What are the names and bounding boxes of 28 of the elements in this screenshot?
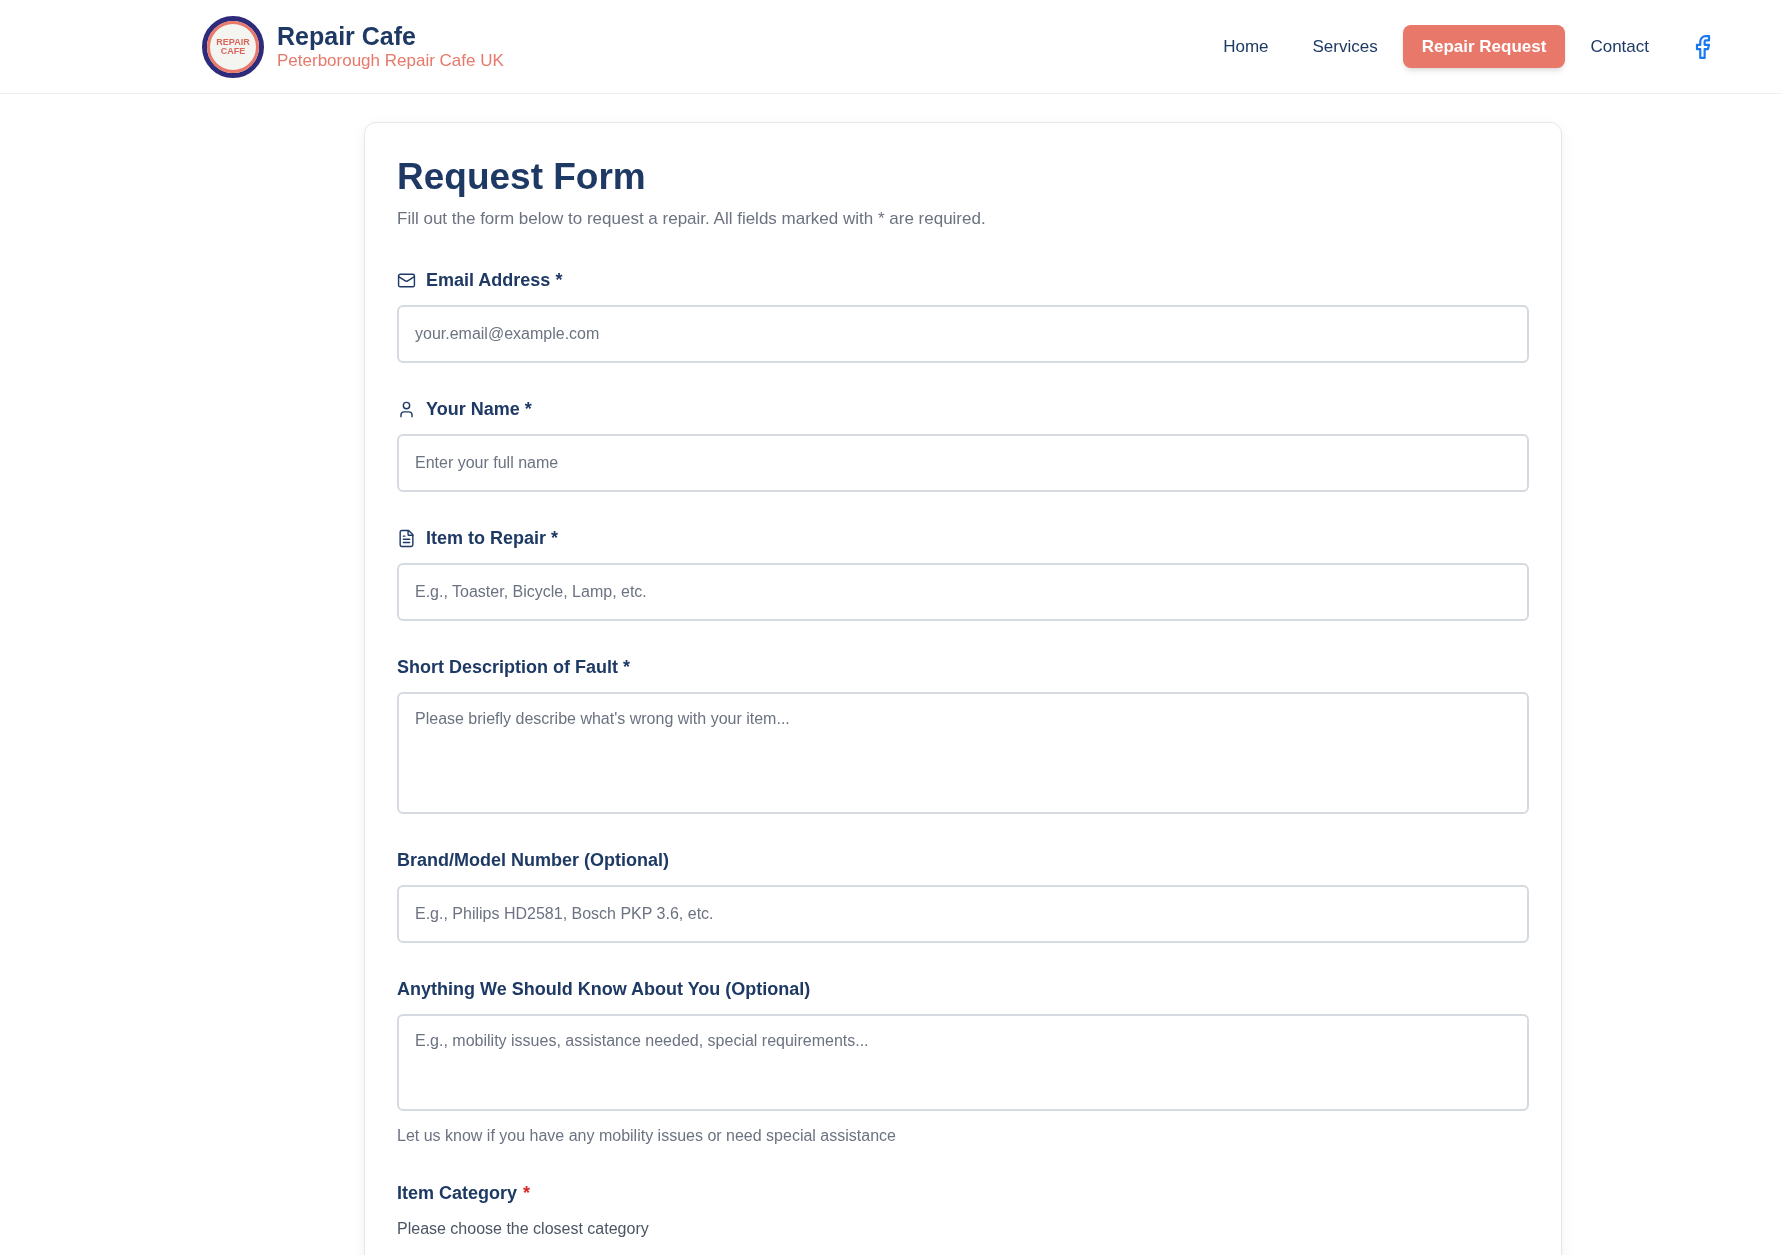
- input-field[interactable]: E.g., Toaster, Bicycle, Lamp, etc.: [397, 563, 1529, 621]
- site-title: Repair Cafe: [277, 21, 417, 50]
- person-icon: [397, 399, 416, 419]
- mail-icon: [397, 270, 416, 290]
- field-label: Item to Repair *: [426, 527, 559, 550]
- field-label: Anything We Should Know About You (Optional): [397, 978, 811, 1001]
- field-label: Brand/Model Number (Optional): [397, 849, 669, 872]
- nav-link[interactable]: Contact: [1571, 25, 1668, 68]
- form-intro: Fill out the form below to request a repair. All fields marked with * are required.: [397, 208, 987, 230]
- form-title: Request Form: [397, 155, 647, 199]
- required-asterisk: *: [523, 1182, 531, 1205]
- field-hint: Please choose the closest category: [397, 1219, 650, 1239]
- nav-link[interactable]: Services: [1293, 25, 1397, 68]
- field-label: Your Name *: [426, 398, 532, 421]
- textarea-field[interactable]: E.g., mobility issues, assistance needed, special requirements...: [397, 1014, 1529, 1111]
- field-label: Item Category: [397, 1182, 518, 1205]
- facebook-icon[interactable]: [1694, 34, 1712, 59]
- nav-link[interactable]: Home: [1204, 25, 1288, 68]
- document-icon: [397, 528, 416, 548]
- logo-text: REPAIR CAFE: [215, 37, 251, 56]
- input-field[interactable]: your.email@example.com: [397, 305, 1529, 363]
- site-tagline: Peterborough Repair Cafe UK: [277, 50, 504, 72]
- field-label: Short Description of Fault *: [397, 656, 630, 679]
- input-field[interactable]: Enter your full name: [397, 434, 1529, 492]
- textarea-field[interactable]: Please briefly describe what's wrong with your item...: [397, 692, 1529, 814]
- input-field[interactable]: E.g., Philips HD2581, Bosch PKP 3.6, etc.: [397, 885, 1529, 943]
- field-label: Email Address *: [426, 269, 563, 292]
- field-hint: Let us know if you have any mobility issues or need special assistance: [397, 1126, 897, 1146]
